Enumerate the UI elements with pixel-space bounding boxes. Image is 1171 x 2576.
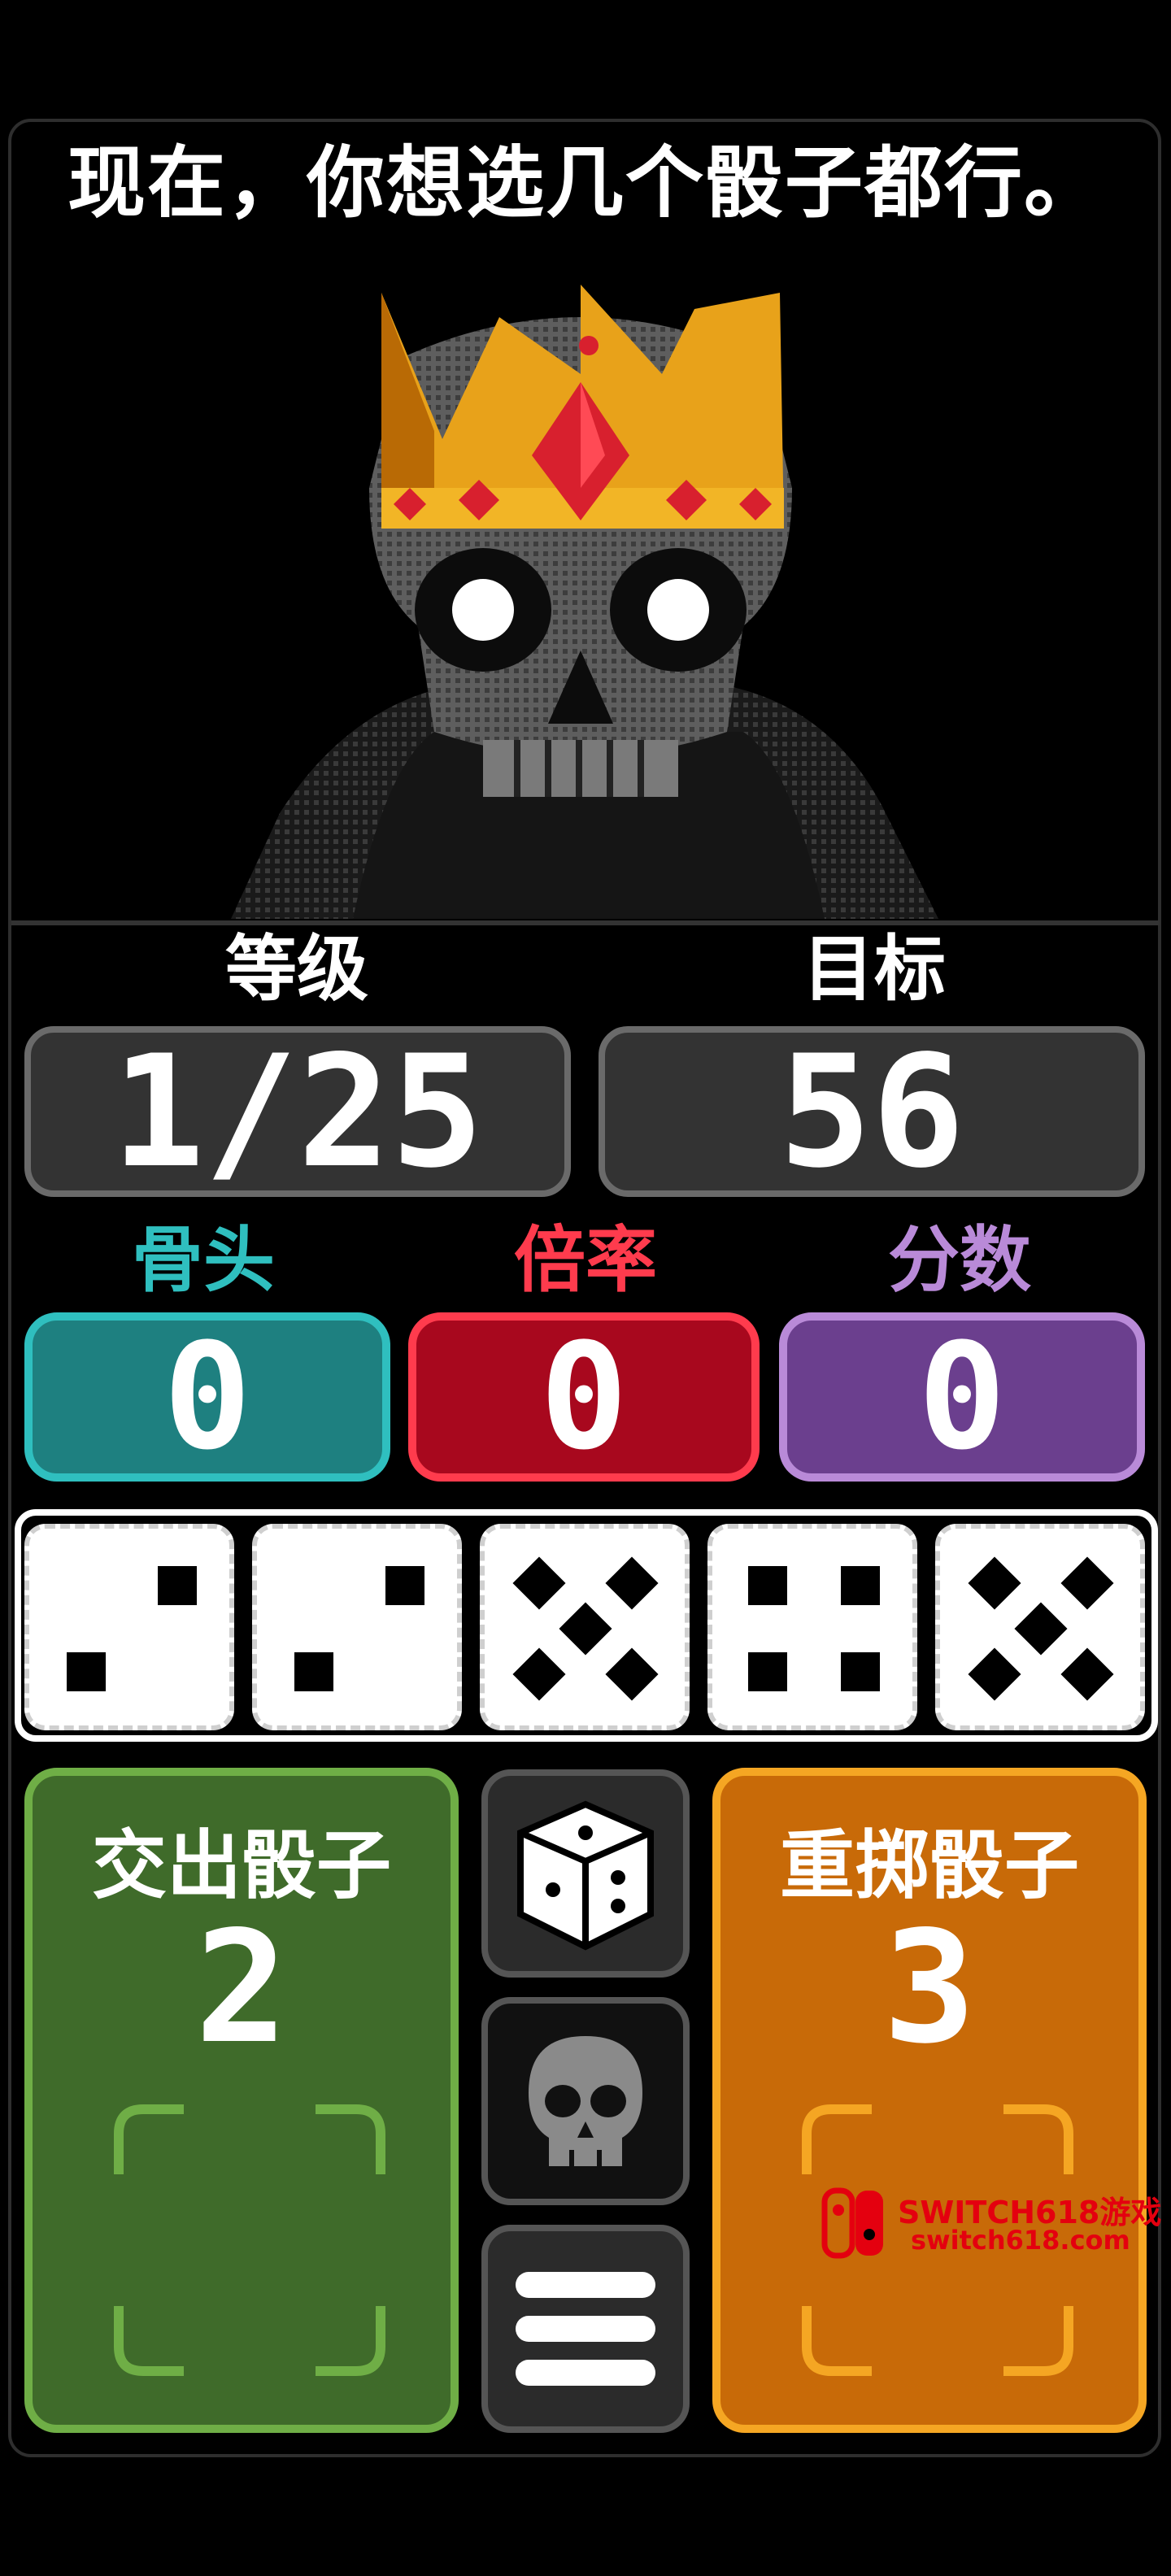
switch-logo-icon <box>821 2187 883 2259</box>
die-3[interactable] <box>480 1524 690 1730</box>
bones-meter: 0 <box>24 1312 390 1482</box>
watermark-url: switch618.com <box>911 2225 1130 2256</box>
die-pip <box>512 1647 566 1701</box>
skull-king-portrait <box>231 285 938 919</box>
die-pip <box>385 1566 424 1605</box>
level-display: 1/25 <box>24 1022 571 1202</box>
submit-dice-button[interactable]: 交出骰子 2 <box>24 1768 459 2433</box>
die-4[interactable] <box>707 1524 917 1730</box>
menu-icon <box>516 2272 655 2386</box>
die-pip <box>605 1647 659 1701</box>
submit-dice-count: 2 <box>194 1898 289 2078</box>
reroll-dice-count: 3 <box>882 1898 977 2078</box>
die-2[interactable] <box>252 1524 462 1730</box>
multiplier-label: 倍率 <box>513 1218 657 1302</box>
dice-slot-outline <box>114 2104 385 2376</box>
target-value: 56 <box>778 1021 965 1202</box>
die-pip <box>512 1556 566 1610</box>
watermark: SWITCH618游戏 switch618.com <box>821 2186 1163 2261</box>
die-pip <box>1060 1647 1114 1701</box>
bones-label: 骨头 <box>131 1218 275 1302</box>
score-value: 0 <box>917 1312 1007 1482</box>
reroll-dice-button[interactable]: 重掷骰子 3 <box>712 1768 1147 2433</box>
target-display: 56 <box>599 1022 1145 1202</box>
die-pip <box>559 1602 612 1656</box>
die-pip <box>968 1556 1021 1610</box>
die-pip <box>1060 1556 1114 1610</box>
die-pip <box>841 1566 880 1605</box>
die-pip <box>605 1556 659 1610</box>
level-value: 1/25 <box>111 1021 484 1202</box>
die-pip <box>1014 1602 1068 1656</box>
panel-divider <box>11 920 1160 925</box>
die-pip <box>748 1652 787 1691</box>
die-pip <box>748 1566 787 1605</box>
die-pip <box>67 1652 106 1691</box>
dialog-text: 现在，你想选几个骰子都行。 <box>67 137 1104 228</box>
multiplier-value: 0 <box>539 1312 629 1482</box>
score-label: 分数 <box>887 1218 1031 1302</box>
multiplier-meter: 0 <box>408 1312 760 1482</box>
menu-button[interactable] <box>481 2225 690 2433</box>
die-5[interactable] <box>935 1524 1145 1730</box>
skull-icon <box>529 2036 642 2166</box>
die-pip <box>841 1652 880 1691</box>
die-pip <box>968 1647 1021 1701</box>
level-label: 等级 <box>224 927 368 1011</box>
die-1[interactable] <box>24 1524 234 1730</box>
dice-info-button[interactable] <box>481 1769 690 1978</box>
bones-value: 0 <box>163 1312 252 1482</box>
skull-button[interactable] <box>481 1997 690 2205</box>
die-pip <box>158 1566 197 1605</box>
die-pip <box>294 1652 333 1691</box>
target-label: 目标 <box>802 927 946 1011</box>
score-meter: 0 <box>779 1312 1145 1482</box>
dice-icon <box>517 1800 654 1951</box>
